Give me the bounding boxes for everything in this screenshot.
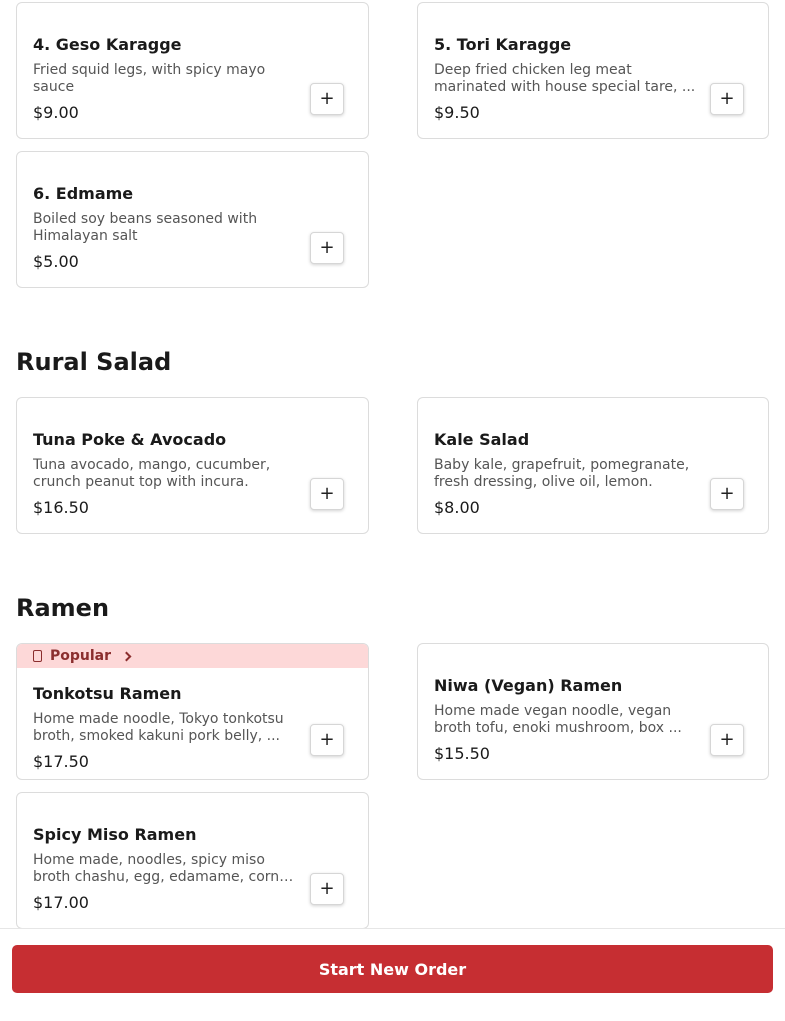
add-item-button[interactable]: + — [310, 83, 344, 115]
menu-item-card[interactable]: Kale Salad Baby kale, grapefruit, pomegr… — [417, 397, 769, 534]
menu-item-card[interactable]: 4. Geso Karagge Fried squid legs, with s… — [16, 2, 369, 139]
popular-badge-label: Popular — [50, 648, 112, 664]
item-price: $9.00 — [33, 103, 79, 122]
item-name: Tuna Poke & Avocado — [33, 430, 227, 449]
add-item-button[interactable]: + — [310, 232, 344, 264]
item-name: Tonkotsu Ramen — [33, 684, 182, 703]
item-price: $15.50 — [434, 744, 490, 763]
item-description: Home made, noodles, spicy miso broth cha… — [33, 852, 280, 885]
item-price: $5.00 — [33, 252, 79, 271]
popular-icon — [33, 650, 42, 662]
item-description: Baby kale, grapefruit, pomegranate, fres… — [434, 457, 690, 490]
item-name: Niwa (Vegan) Ramen — [434, 676, 623, 695]
add-item-button[interactable]: + — [710, 724, 744, 756]
add-item-button[interactable]: + — [710, 478, 744, 510]
add-item-button[interactable]: + — [310, 724, 344, 756]
item-name: Kale Salad — [434, 430, 530, 449]
item-description: Deep fried chicken leg meat marinated wi… — [434, 62, 696, 95]
item-price: $8.00 — [434, 498, 480, 517]
menu-item-card[interactable]: Popular Tonkotsu Ramen Home made noodle,… — [16, 643, 369, 780]
menu-page: 4. Geso Karagge Fried squid legs, with s… — [0, 0, 785, 1021]
popular-badge[interactable]: Popular — [17, 644, 368, 668]
item-price: $17.50 — [33, 752, 89, 771]
footer-bar: Start New Order — [0, 928, 785, 1021]
chevron-right-icon — [121, 651, 132, 661]
add-item-button[interactable]: + — [710, 83, 744, 115]
section-title-salad: Rural Salad — [16, 348, 172, 376]
item-price: $16.50 — [33, 498, 89, 517]
menu-item-card[interactable]: Spicy Miso Ramen Home made, noodles, spi… — [16, 792, 369, 929]
item-name: 4. Geso Karagge — [33, 35, 182, 54]
item-description: Tuna avocado, mango, cucumber, crunch pe… — [33, 457, 271, 490]
add-item-button[interactable]: + — [310, 873, 344, 905]
item-description: Home made vegan noodle, vegan broth tofu… — [434, 703, 682, 736]
item-name: 5. Tori Karagge — [434, 35, 572, 54]
item-name: 6. Edmame — [33, 184, 134, 203]
item-price: $9.50 — [434, 103, 480, 122]
item-name: Spicy Miso Ramen — [33, 825, 197, 844]
start-new-order-button[interactable]: Start New Order — [12, 945, 773, 993]
add-item-button[interactable]: + — [310, 478, 344, 510]
menu-item-card[interactable]: Niwa (Vegan) Ramen Home made vegan noodl… — [417, 643, 769, 780]
menu-item-card[interactable]: Tuna Poke & Avocado Tuna avocado, mango,… — [16, 397, 369, 534]
item-price: $17.00 — [33, 893, 89, 912]
section-title-ramen: Ramen — [16, 594, 110, 622]
menu-item-card[interactable]: 5. Tori Karagge Deep fried chicken leg m… — [417, 2, 769, 139]
item-description: Fried squid legs, with spicy mayo sauce — [33, 62, 266, 95]
item-description: Boiled soy beans seasoned with Himalayan… — [33, 211, 258, 244]
item-description: Home made noodle, Tokyo tonkotsu broth, … — [33, 711, 284, 744]
menu-item-card[interactable]: 6. Edmame Boiled soy beans seasoned with… — [16, 151, 369, 288]
